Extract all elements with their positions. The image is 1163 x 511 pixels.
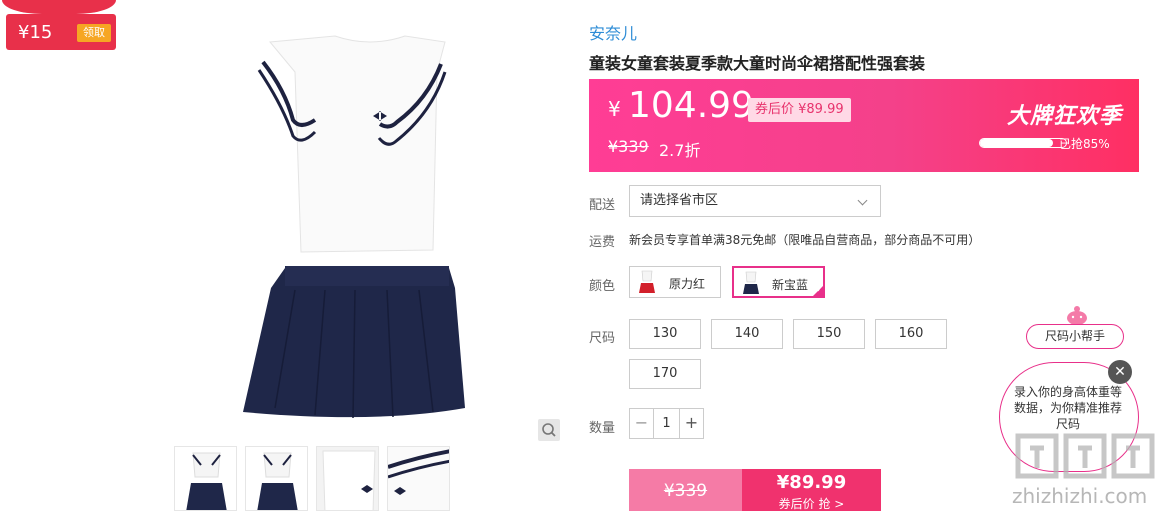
- size-helper-button[interactable]: 尺码小帮手: [1026, 324, 1124, 349]
- brand-link[interactable]: 安奈儿: [589, 20, 637, 44]
- thumbnail-4[interactable]: [387, 446, 450, 511]
- shipping-label: 运费: [589, 235, 616, 250]
- quantity-decrement-button[interactable]: −: [630, 409, 653, 438]
- size-option-150[interactable]: 150: [793, 319, 865, 349]
- region-select[interactable]: 请选择省市区: [629, 185, 881, 217]
- price-currency: ¥: [608, 97, 621, 121]
- watermark-text: zhizhizhi.com: [1012, 484, 1148, 508]
- buy-coupon-price: ¥89.99: [776, 472, 847, 493]
- coupon-claim-button[interactable]: 领取: [77, 24, 111, 42]
- mascot-icon: [1067, 306, 1087, 325]
- sold-progress-fill: [980, 139, 1054, 147]
- thumbnail-strip: [174, 446, 450, 511]
- buy-coupon-sub: 券后价 抢 >: [778, 497, 845, 511]
- color-option-navy[interactable]: 新宝蓝 ✓: [732, 266, 825, 298]
- shipping-text: 新会员专享首单满38元免邮（限唯品自营商品，部分商品不可用）: [629, 233, 981, 247]
- coupon-badge[interactable]: ¥15 领取: [6, 14, 116, 50]
- original-price-button[interactable]: ¥339: [629, 469, 742, 511]
- quantity-label: 数量: [589, 421, 616, 436]
- thumbnail-3[interactable]: [316, 446, 379, 511]
- sold-progress-bar: [979, 138, 1067, 148]
- sale-price: 104.99: [628, 85, 754, 126]
- main-product-image[interactable]: [175, 20, 565, 445]
- original-price: ¥339: [608, 137, 649, 156]
- close-icon[interactable]: ✕: [1108, 360, 1132, 384]
- zoom-icon[interactable]: [538, 419, 560, 441]
- quantity-stepper: − 1 +: [629, 408, 704, 439]
- delivery-label: 配送: [589, 198, 616, 213]
- price-panel: ¥ 104.99 券后价 ¥89.99 ¥339 2.7折 大牌狂欢季 已抢85…: [589, 79, 1139, 172]
- buy-with-coupon-button[interactable]: ¥89.99 券后价 抢 >: [742, 469, 881, 511]
- sold-progress-text: 已抢85%: [1059, 137, 1110, 151]
- color-option-red[interactable]: 原力红: [629, 266, 721, 298]
- size-option-160[interactable]: 160: [875, 319, 947, 349]
- size-helper-text: 录入你的身高体重等数据，为你精准推荐尺码: [1013, 385, 1122, 431]
- product-title: 童装女童套装夏季款大童时尚伞裙搭配性强套装: [589, 54, 926, 73]
- size-option-140[interactable]: 140: [711, 319, 783, 349]
- color-label: 颜色: [589, 279, 616, 294]
- color-option-label: 原力红: [669, 277, 706, 291]
- thumbnail-2[interactable]: [245, 446, 308, 511]
- quantity-increment-button[interactable]: +: [680, 409, 703, 438]
- size-option-170[interactable]: 170: [629, 359, 701, 389]
- buy-original-price: ¥339: [663, 481, 708, 501]
- discount-label: 2.7折: [659, 141, 701, 160]
- after-coupon-tag: 券后价 ¥89.99: [748, 98, 851, 122]
- color-option-label: 新宝蓝: [772, 278, 809, 292]
- quantity-input[interactable]: 1: [653, 409, 680, 438]
- red-swatch-image: [639, 270, 655, 293]
- coupon-amount: ¥15: [18, 22, 53, 43]
- promo-title: 大牌狂欢季: [1007, 104, 1123, 129]
- size-option-130[interactable]: 130: [629, 319, 701, 349]
- region-select-value: 请选择省市区: [640, 193, 719, 208]
- coupon-ribbon-top: [2, 0, 116, 14]
- size-label: 尺码: [589, 331, 616, 346]
- chevron-down-icon: [857, 195, 868, 206]
- thumbnail-1[interactable]: [174, 446, 237, 511]
- check-icon: ✓: [816, 285, 823, 294]
- navy-swatch-image: [743, 271, 759, 294]
